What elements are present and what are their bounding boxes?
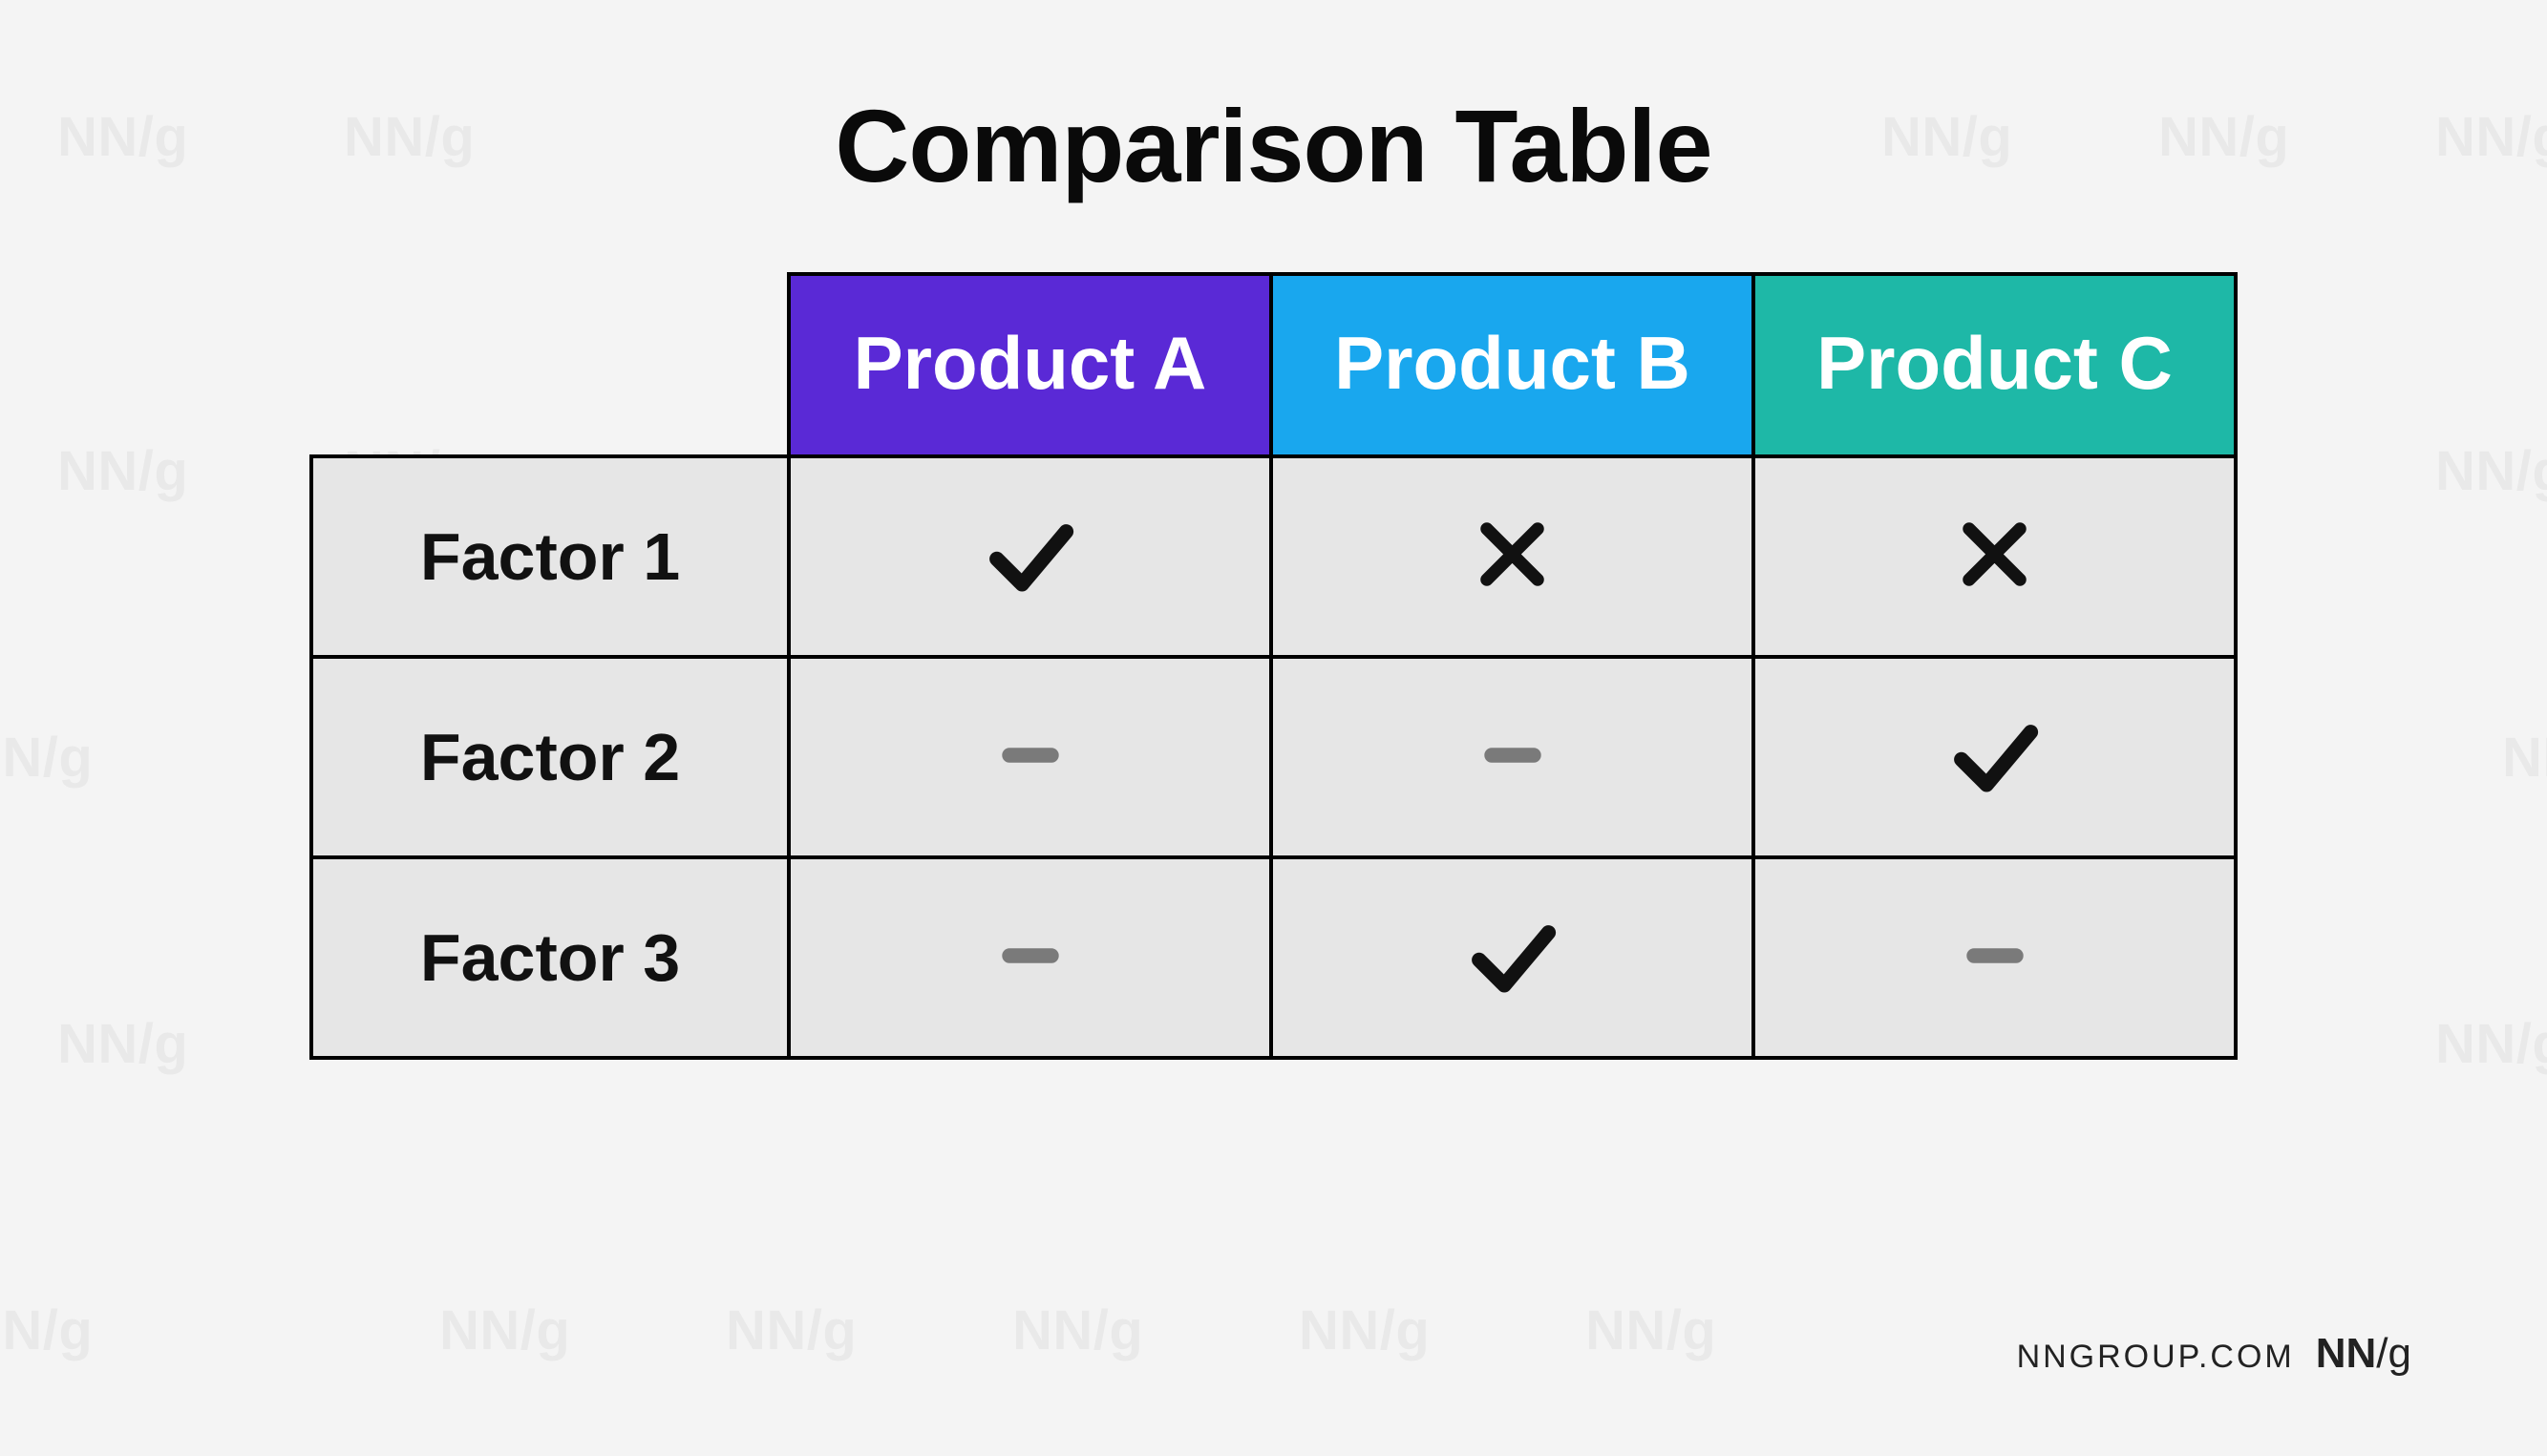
row-header: Factor 3 xyxy=(311,857,789,1058)
cell xyxy=(1271,857,1753,1058)
cross-icon xyxy=(1949,509,2040,600)
page-title: Comparison Table xyxy=(835,86,1711,205)
cell xyxy=(789,456,1271,657)
cell xyxy=(1753,657,2236,857)
table-row: Factor 3 xyxy=(311,857,2236,1058)
cell xyxy=(1753,857,2236,1058)
cross-icon xyxy=(1467,509,1558,600)
dash-icon xyxy=(978,703,1083,808)
dash-icon xyxy=(1942,903,2048,1008)
dash-icon xyxy=(1460,703,1565,808)
comparison-table: Product AProduct BProduct CFactor 1Facto… xyxy=(309,272,2238,1060)
dash-icon xyxy=(978,903,1083,1008)
row-header: Factor 1 xyxy=(311,456,789,657)
cell xyxy=(1753,456,2236,657)
check-icon xyxy=(1460,903,1565,1008)
row-header: Factor 2 xyxy=(311,657,789,857)
footer-logo: NN/g xyxy=(2316,1330,2411,1378)
column-header: Product A xyxy=(789,274,1271,456)
cell xyxy=(789,657,1271,857)
cell xyxy=(789,857,1271,1058)
column-header: Product B xyxy=(1271,274,1753,456)
check-icon xyxy=(978,502,1083,607)
cell xyxy=(1271,456,1753,657)
column-header: Product C xyxy=(1753,274,2236,456)
table-row: Factor 1 xyxy=(311,456,2236,657)
attribution: NNGROUP.COM NN/g xyxy=(2017,1330,2411,1378)
footer-domain: NNGROUP.COM xyxy=(2017,1339,2295,1376)
check-icon xyxy=(1942,703,2048,808)
cell xyxy=(1271,657,1753,857)
table-row: Factor 2 xyxy=(311,657,2236,857)
column-header-empty xyxy=(311,274,789,456)
